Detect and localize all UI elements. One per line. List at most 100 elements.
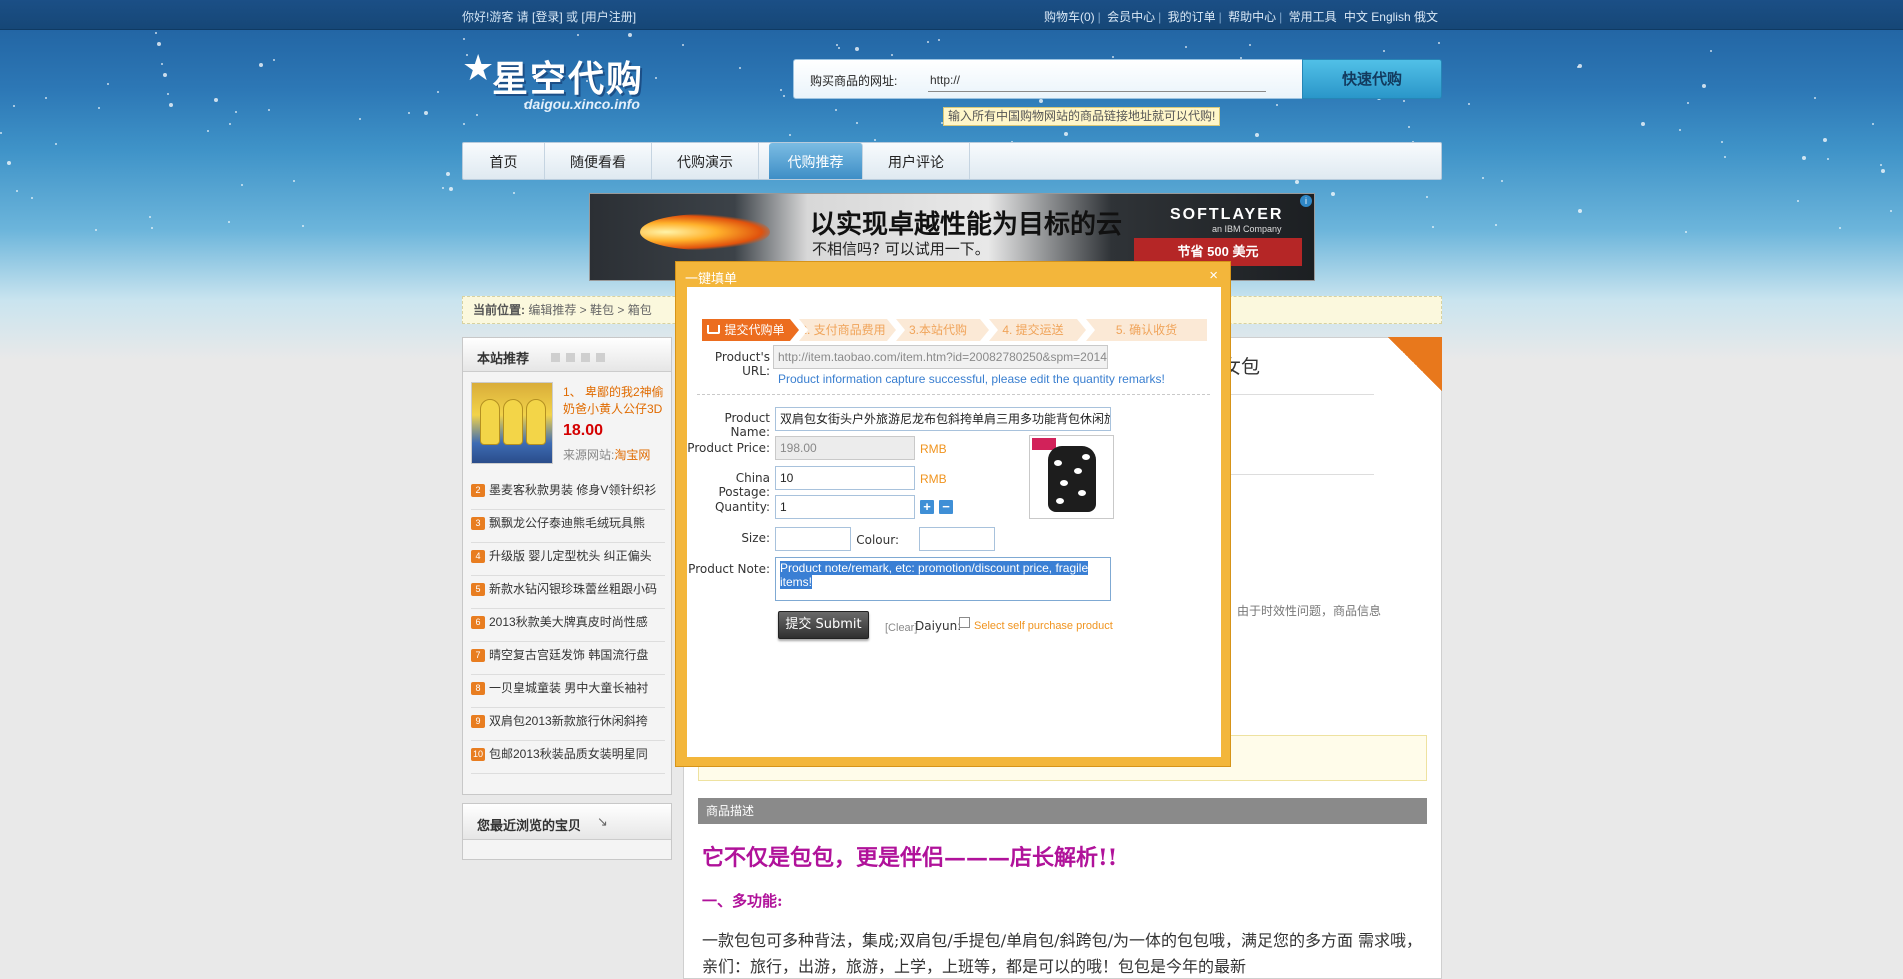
tools-link[interactable]: 常用工具 xyxy=(1289,10,1337,24)
star-dot xyxy=(95,229,97,231)
step-purchase: 3.本站代购 xyxy=(896,319,980,341)
my-orders-link[interactable]: 我的订单 xyxy=(1168,10,1216,24)
star-dot xyxy=(13,105,15,107)
star-dot xyxy=(739,67,741,69)
star-dot xyxy=(151,227,153,229)
product-url-input[interactable] xyxy=(928,68,1266,92)
arrow-down-right-icon[interactable]: ↘ xyxy=(597,814,608,830)
quick-buy-button[interactable]: 快速代购 xyxy=(1302,59,1442,99)
star-dot xyxy=(1881,169,1885,173)
star-dot xyxy=(167,93,169,95)
step-shipping: 4. 提交运送 xyxy=(989,319,1077,341)
ad-brand: SOFTLAYER xyxy=(1170,206,1284,223)
star-dot xyxy=(855,47,859,51)
star-dot xyxy=(1827,158,1829,160)
lang-english-link[interactable]: English xyxy=(1371,10,1410,24)
search-tip: 输入所有中国购物网站的商品链接地址就可以代购! xyxy=(943,107,1221,126)
nav-browse[interactable]: 随便看看 xyxy=(545,143,652,179)
star-dot xyxy=(835,109,837,111)
ad-info-icon[interactable]: i xyxy=(1300,195,1312,207)
star-dot xyxy=(789,134,791,136)
star-dot xyxy=(1295,180,1299,184)
carousel-dots[interactable] xyxy=(551,351,611,365)
star-dot xyxy=(1872,123,1874,125)
register-link[interactable]: [用户注册] xyxy=(581,10,636,24)
star-dot xyxy=(577,34,579,36)
star-dot xyxy=(157,42,161,46)
star-dot xyxy=(446,172,450,176)
star-dot xyxy=(449,187,453,191)
featured-product[interactable]: 1、 卑鄙的我2神偷奶爸小黄人公仔3D 18.00 来源网站:淘宝网 xyxy=(471,382,665,466)
size-label: Size: xyxy=(741,531,770,545)
star-dot xyxy=(1432,226,1434,228)
close-icon[interactable]: × xyxy=(1209,267,1218,284)
featured-product-title[interactable]: 1、 卑鄙的我2神偷奶爸小黄人公仔3D xyxy=(563,384,667,418)
product-url-field[interactable]: http://item.taobao.com/item.htm?id=20082… xyxy=(773,345,1108,369)
featured-product-source: 来源网站:淘宝网 xyxy=(563,448,651,462)
list-item[interactable]: 6 2013秋款美大牌真皮时尚性感 xyxy=(471,609,665,642)
lang-chinese-link[interactable]: 中文 xyxy=(1344,10,1368,24)
list-item[interactable]: 10 包邮2013秋装品质女装明星同 xyxy=(471,741,665,774)
list-item[interactable]: 5 新款水钻闪银珍珠蕾丝粗跟小码 xyxy=(471,576,665,609)
star-dot xyxy=(463,38,465,40)
product-note-partial: 由于时效性问题，商品信息 xyxy=(1237,604,1382,618)
star-dot xyxy=(0,132,2,134)
list-item[interactable]: 2 墨麦客秋款男装 修身V领针织衫 xyxy=(471,477,665,510)
product-name-field[interactable]: 双肩包女街头户外旅游尼龙布包斜挎单肩三用多功能背包休闲旅行包 xyxy=(775,407,1111,431)
self-purchase-checkbox[interactable] xyxy=(959,617,970,628)
featured-product-price: 18.00 xyxy=(563,422,604,439)
clear-link[interactable]: [Clear] xyxy=(885,622,917,634)
self-purchase-link[interactable]: Select self purchase product xyxy=(974,620,1113,632)
star-dot xyxy=(268,109,270,111)
product-note-label: Product Note: xyxy=(688,562,770,576)
star-dot xyxy=(1383,50,1385,52)
help-center-link[interactable]: 帮助中心 xyxy=(1228,10,1276,24)
nav-home[interactable]: 首页 xyxy=(463,143,545,179)
list-item[interactable]: 8 一贝皇城童装 男中大童长袖衬 xyxy=(471,675,665,708)
featured-product-image[interactable] xyxy=(471,382,553,464)
member-center-link[interactable]: 会员中心 xyxy=(1107,10,1155,24)
star-dot xyxy=(1249,44,1251,46)
recommend-sidebar: 本站推荐 1、 卑鄙的我2神偷奶爸小黄人公仔3D 18.00 来源网站:淘宝网 … xyxy=(462,337,672,795)
colour-field[interactable] xyxy=(919,527,995,551)
star-dot xyxy=(241,184,243,186)
nav-recommend[interactable]: 代购推荐 xyxy=(769,143,863,179)
nav-demo[interactable]: 代购演示 xyxy=(652,143,759,179)
minus-icon[interactable]: − xyxy=(939,500,953,514)
size-field[interactable] xyxy=(775,527,851,551)
quantity-field[interactable]: 1 xyxy=(775,495,915,519)
lang-russian-link[interactable]: 俄文 xyxy=(1414,10,1438,24)
greeting-text: 你好!游客 请 xyxy=(462,10,529,24)
star-dot xyxy=(1880,164,1882,166)
star-dot xyxy=(155,32,157,34)
star-dot xyxy=(1721,141,1723,143)
star-dot xyxy=(31,197,33,199)
star-dot xyxy=(1468,103,1470,105)
star-dot xyxy=(1331,192,1335,196)
star-dot xyxy=(1438,42,1440,44)
star-dot xyxy=(1039,99,1043,103)
list-item[interactable]: 7 晴空复古宫廷发饰 韩国流行盘 xyxy=(471,642,665,675)
site-logo[interactable]: ★ 星空代购 daigou.xinco.info xyxy=(462,48,672,118)
step-arrow xyxy=(790,319,799,341)
login-link[interactable]: [登录] xyxy=(532,10,563,24)
plus-icon[interactable]: + xyxy=(920,500,934,514)
breadcrumb-path[interactable]: 编辑推荐 > 鞋包 > 箱包 xyxy=(528,303,651,317)
list-item[interactable]: 3 飘飘龙公仔泰迪熊毛绒玩具熊 xyxy=(471,510,665,543)
list-item[interactable]: 9 双肩包2013新款旅行休闲斜挎 xyxy=(471,708,665,741)
nav-reviews[interactable]: 用户评论 xyxy=(863,143,970,179)
star-dot xyxy=(856,122,858,124)
star-dot xyxy=(1797,200,1799,202)
product-note-textarea[interactable]: Product note/remark, etc: promotion/disc… xyxy=(775,557,1111,601)
star-dot xyxy=(45,97,47,99)
cart-link[interactable]: 购物车(0) xyxy=(1044,10,1095,24)
star-dot xyxy=(442,187,444,189)
submit-button[interactable]: 提交 Submit xyxy=(778,611,869,639)
star-dot xyxy=(235,111,237,113)
list-item[interactable]: 4 升级版 婴儿定型枕头 纠正偏头 xyxy=(471,543,665,576)
order-steps: 提交代购单 2. 支付商品费用 3.本站代购 4. 提交运送 5. 确认收货 xyxy=(702,319,1207,341)
china-postage-field[interactable]: 10 xyxy=(775,466,915,490)
divider xyxy=(697,394,1210,395)
or-text: 或 xyxy=(566,10,579,24)
ad-subtitle: 不相信吗? 可以试用一下。 xyxy=(812,240,990,258)
